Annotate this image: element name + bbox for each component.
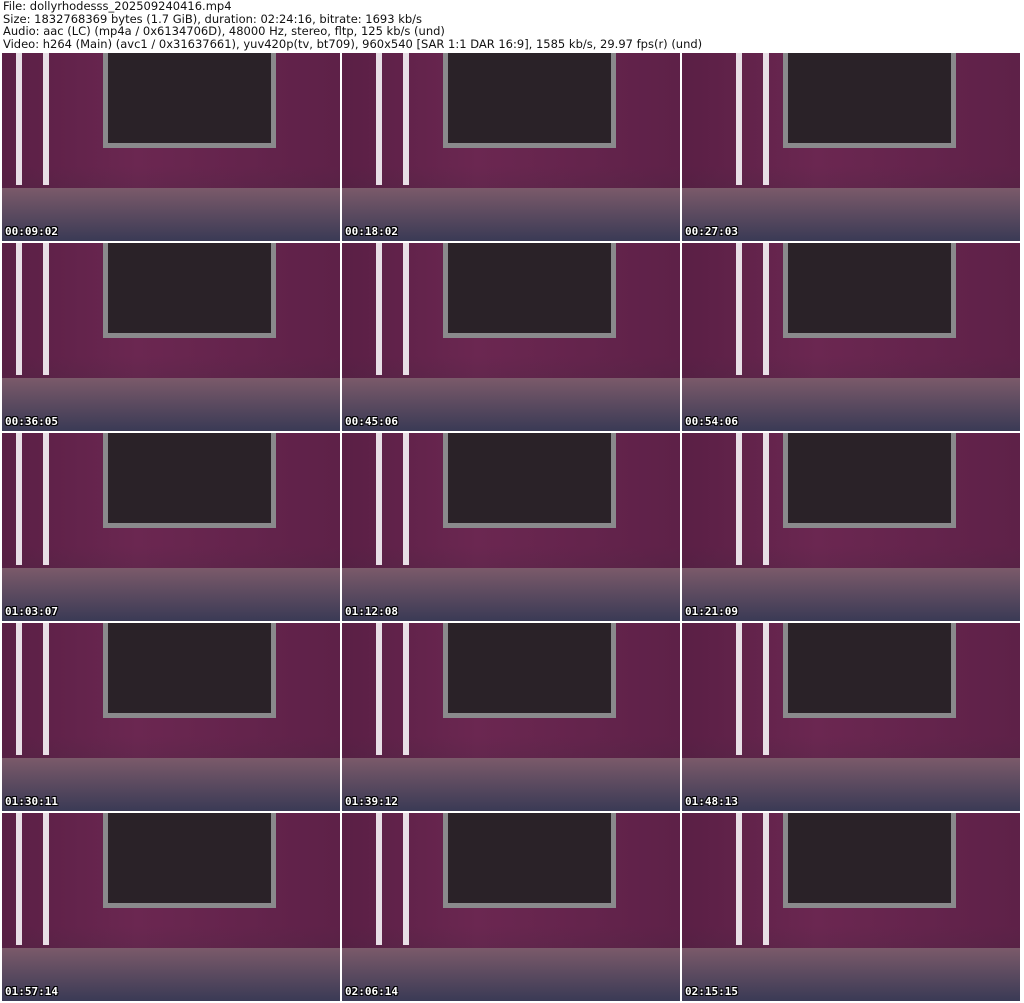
wall-stripe xyxy=(15,813,22,945)
wall-stripe xyxy=(375,53,382,185)
video-thumbnail: 01:12:08 xyxy=(342,433,680,621)
mirror-frame xyxy=(103,623,276,719)
wall-stripe xyxy=(736,53,743,185)
wall-stripe xyxy=(736,433,743,565)
wall-stripe xyxy=(402,623,409,755)
thumbnail-timestamp: 01:21:09 xyxy=(685,605,738,618)
thumbnail-timestamp: 00:36:05 xyxy=(5,415,58,428)
thumbnail-timestamp: 01:57:14 xyxy=(5,985,58,998)
thumbnail-timestamp: 01:12:08 xyxy=(345,605,398,618)
video-thumbnail: 01:30:11 xyxy=(2,623,340,811)
thumbnail-timestamp: 00:09:02 xyxy=(5,225,58,238)
mirror-frame xyxy=(783,53,956,149)
mirror-frame xyxy=(783,623,956,719)
mirror-frame xyxy=(783,243,956,339)
video-thumbnail: 00:09:02 xyxy=(2,53,340,241)
wall-stripe xyxy=(15,243,22,375)
wall-stripe xyxy=(402,243,409,375)
wall-stripe xyxy=(375,813,382,945)
file-info-header: File: dollyrhodesss_202509240416.mp4 Siz… xyxy=(3,0,702,50)
wall-stripe xyxy=(736,623,743,755)
thumbnail-timestamp: 00:18:02 xyxy=(345,225,398,238)
thumbnail-timestamp: 00:45:06 xyxy=(345,415,398,428)
mirror-frame xyxy=(443,623,616,719)
wall-stripe xyxy=(736,813,743,945)
thumbnail-timestamp: 01:48:13 xyxy=(685,795,738,808)
thumbnail-timestamp: 02:06:14 xyxy=(345,985,398,998)
mirror-frame xyxy=(443,813,616,909)
video-thumbnail: 02:15:15 xyxy=(682,813,1020,1001)
video-thumbnail: 01:03:07 xyxy=(2,433,340,621)
video-thumbnail: 01:39:12 xyxy=(342,623,680,811)
thumbnail-timestamp: 01:39:12 xyxy=(345,795,398,808)
video-thumbnail: 02:06:14 xyxy=(342,813,680,1001)
thumbnail-timestamp: 00:54:06 xyxy=(685,415,738,428)
mirror-frame xyxy=(103,433,276,529)
video-thumbnail: 00:54:06 xyxy=(682,243,1020,431)
mirror-frame xyxy=(103,243,276,339)
video-thumbnail: 01:57:14 xyxy=(2,813,340,1001)
wall-stripe xyxy=(763,243,770,375)
video-thumbnail: 00:27:03 xyxy=(682,53,1020,241)
wall-stripe xyxy=(736,243,743,375)
wall-stripe xyxy=(375,433,382,565)
wall-stripe xyxy=(42,623,49,755)
mirror-frame xyxy=(103,813,276,909)
wall-stripe xyxy=(42,243,49,375)
mirror-frame xyxy=(783,813,956,909)
audio-info: Audio: aac (LC) (mp4a / 0x6134706D), 480… xyxy=(3,24,445,38)
thumbnail-timestamp: 00:27:03 xyxy=(685,225,738,238)
video-thumbnail: 00:18:02 xyxy=(342,53,680,241)
wall-stripe xyxy=(402,813,409,945)
wall-stripe xyxy=(15,53,22,185)
wall-stripe xyxy=(402,53,409,185)
mirror-frame xyxy=(443,53,616,149)
file-name: File: dollyrhodesss_202509240416.mp4 xyxy=(3,0,232,13)
wall-stripe xyxy=(763,813,770,945)
wall-stripe xyxy=(402,433,409,565)
mirror-frame xyxy=(103,53,276,149)
wall-stripe xyxy=(763,433,770,565)
mirror-frame xyxy=(783,433,956,529)
wall-stripe xyxy=(42,813,49,945)
wall-stripe xyxy=(375,623,382,755)
thumbnail-timestamp: 02:15:15 xyxy=(685,985,738,998)
thumbnail-timestamp: 01:03:07 xyxy=(5,605,58,618)
wall-stripe xyxy=(763,53,770,185)
video-thumbnail: 00:36:05 xyxy=(2,243,340,431)
thumbnail-timestamp: 01:30:11 xyxy=(5,795,58,808)
mirror-frame xyxy=(443,433,616,529)
wall-stripe xyxy=(42,53,49,185)
video-thumbnail: 01:21:09 xyxy=(682,433,1020,621)
video-thumbnail: 00:45:06 xyxy=(342,243,680,431)
mirror-frame xyxy=(443,243,616,339)
wall-stripe xyxy=(42,433,49,565)
video-thumbnail: 01:48:13 xyxy=(682,623,1020,811)
wall-stripe xyxy=(375,243,382,375)
thumbnail-grid: 00:09:02 00:18:02 00:27:03 00:36:05 00:45:06… xyxy=(2,53,1020,1001)
wall-stripe xyxy=(763,623,770,755)
wall-stripe xyxy=(15,623,22,755)
wall-stripe xyxy=(15,433,22,565)
video-info: Video: h264 (Main) (avc1 / 0x31637661), … xyxy=(3,36,703,51)
